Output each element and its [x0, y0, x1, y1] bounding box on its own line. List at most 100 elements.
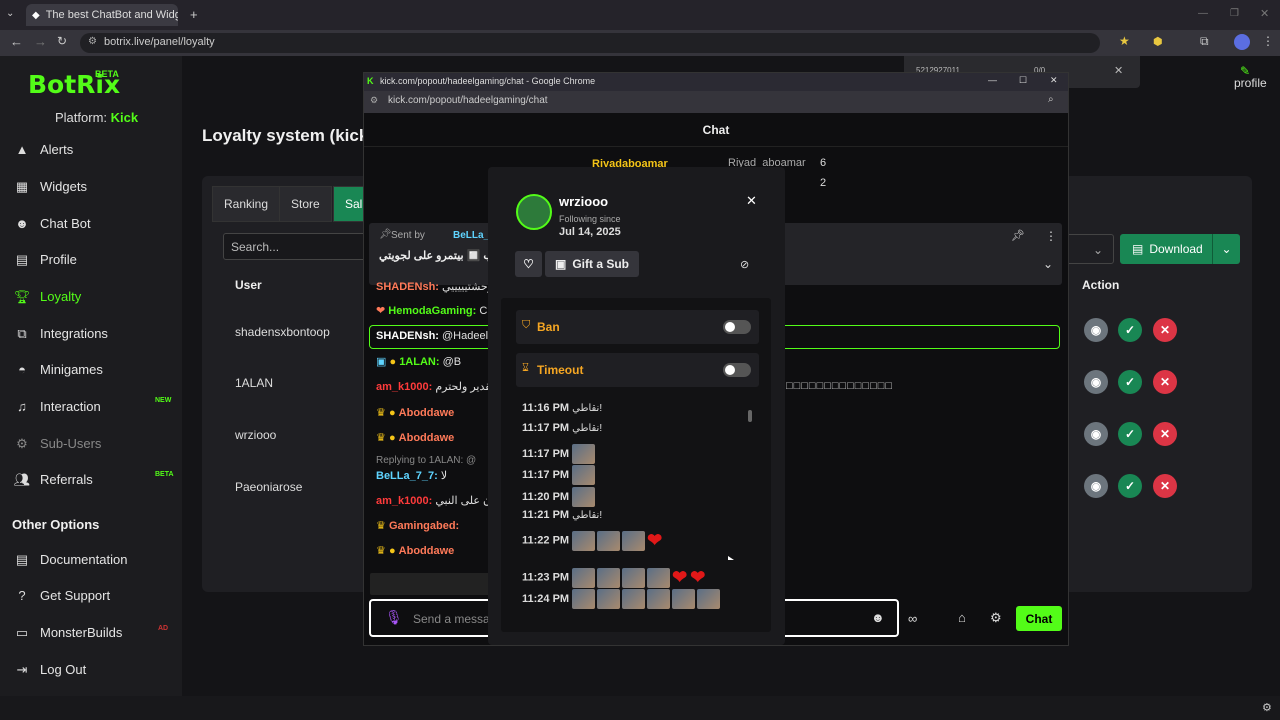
tab-ranking[interactable]: Ranking	[212, 186, 281, 222]
restore-icon[interactable]: ❐	[1230, 8, 1239, 19]
extensions-puzzle-icon[interactable]: ⧉	[1200, 34, 1209, 49]
search-input[interactable]: Search...	[223, 233, 368, 260]
emoji-icon[interactable]: ☻	[871, 610, 885, 625]
chat-header: Chat	[364, 113, 1068, 147]
sidebar-item-get-support[interactable]: ? Get Support	[14, 588, 110, 603]
maximize-icon[interactable]: ☐	[1019, 75, 1027, 86]
chat-message: ♛ ● Aboddawe	[376, 407, 455, 419]
reload-icon[interactable]: ↻	[57, 34, 67, 48]
chat-message: ♛ Gamingabed:	[376, 520, 460, 532]
browser-tab[interactable]: ◆ The best ChatBot and Widgets ✕	[26, 4, 178, 26]
reject-icon[interactable]: ✕	[1153, 474, 1177, 498]
view-icon[interactable]: ◉	[1084, 422, 1108, 446]
emote-row[interactable]	[370, 573, 490, 595]
reject-icon[interactable]: ✕	[1153, 370, 1177, 394]
sidebar-item-referrals[interactable]: 👥︎ Referrals	[14, 472, 93, 488]
view-icon[interactable]: ◉	[1084, 318, 1108, 342]
sidebar-item-label: Alerts	[40, 142, 74, 157]
sidebar-item-minigames[interactable]: ◓ Minigames	[14, 362, 103, 377]
close-icon[interactable]: ✕	[746, 193, 757, 209]
microphone-icon[interactable]: 🎙︎	[385, 609, 403, 626]
sidebar-item-integrations[interactable]: ⧉ Integrations	[14, 326, 108, 342]
new-tab-icon[interactable]: +	[190, 7, 198, 22]
other-options-heading: Other Options	[12, 517, 100, 532]
book-icon: ▤	[15, 551, 29, 567]
forward-icon[interactable]: →	[34, 34, 47, 49]
url-field[interactable]: ⚙ botrix.live/panel/loyalty	[80, 33, 1100, 53]
sidebar-item-widgets[interactable]: ▦ Widgets	[14, 178, 87, 195]
following-date: Jul 14, 2025	[559, 226, 621, 238]
close-window-icon[interactable]: ✕	[1050, 75, 1058, 86]
sidebar-item-log-out[interactable]: ⇥ Log Out	[14, 662, 87, 678]
approve-icon[interactable]: ✓	[1118, 422, 1142, 446]
close-find-icon[interactable]: ✕	[1114, 64, 1123, 77]
follow-heart-button[interactable]: ♡	[515, 251, 542, 277]
reject-icon[interactable]: ✕	[1153, 422, 1177, 446]
history-row: 11:17 PM	[522, 444, 597, 464]
site-info-icon[interactable]: ⚙	[88, 36, 97, 47]
sidebar-item-label: Profile	[40, 252, 77, 267]
chevron-down-icon[interactable]: ⌄	[1043, 257, 1053, 271]
sidebar-item-monsterbuilds[interactable]: ▭ MonsterBuilds	[14, 625, 123, 641]
question-icon: ?	[18, 588, 26, 603]
timeout-toggle[interactable]	[723, 363, 751, 377]
account-avatar[interactable]	[1234, 34, 1250, 50]
approve-icon[interactable]: ✓	[1118, 370, 1142, 394]
badge-icon: ▣	[376, 356, 387, 368]
view-icon[interactable]: ◉	[1084, 474, 1108, 498]
approve-icon[interactable]: ✓	[1118, 318, 1142, 342]
view-icon[interactable]: ◉	[1084, 370, 1108, 394]
chat-message: BeLLa_7_7: لا	[376, 470, 448, 482]
profile-link[interactable]: profile	[1234, 76, 1267, 90]
close-window-icon[interactable]: ✕	[1260, 7, 1269, 20]
tab-list-icon[interactable]: ⌄	[6, 8, 14, 19]
chat-message: ♛ ● Aboddawe	[376, 432, 455, 444]
sidebar-item-loyalty[interactable]: 🏆︎ Loyalty	[14, 289, 82, 305]
chat-message: SHADENsh: وحشتيييييي	[376, 281, 494, 293]
points-icon[interactable]: ∞	[908, 611, 917, 626]
sidebar-item-documentation[interactable]: ▤ Documentation	[14, 551, 128, 568]
ban-toggle[interactable]	[723, 320, 751, 334]
minimize-icon[interactable]: —	[988, 75, 997, 85]
crown-icon: ♛	[376, 545, 386, 557]
minimize-icon[interactable]: —	[1198, 8, 1208, 19]
scrollbar[interactable]	[748, 410, 752, 422]
settings-icon[interactable]: ⚙	[990, 610, 1002, 626]
more-options-icon[interactable]: ⋮	[1045, 229, 1057, 243]
users-icon: ⚙	[16, 435, 28, 451]
extension-icon[interactable]: ⬢	[1153, 35, 1163, 48]
grid-icon: ▦	[15, 178, 29, 194]
sidebar-item-label: Loyalty	[40, 289, 82, 304]
settings-icon[interactable]: ⚙	[1262, 701, 1272, 714]
pin-icon[interactable]: 📌︎	[1011, 229, 1025, 242]
reply-context: Replying to 1ALAN: @	[376, 455, 477, 466]
approve-icon[interactable]: ✓	[1118, 474, 1142, 498]
download-button[interactable]: ▤ Download ⌄	[1120, 234, 1240, 264]
popup-title-bar: K kick.com/popout/hadeelgaming/chat - Go…	[364, 73, 1068, 91]
mute-icon[interactable]: ⊘	[740, 258, 749, 271]
popup-window-title: kick.com/popout/hadeelgaming/chat - Goog…	[380, 76, 596, 86]
site-info-icon[interactable]: ⚙	[370, 95, 378, 106]
chevron-down-icon[interactable]: ⌄	[1212, 234, 1240, 264]
gift-sub-button[interactable]: ▣ Gift a Sub	[545, 251, 639, 277]
reject-icon[interactable]: ✕	[1153, 318, 1177, 342]
message-time: 11:24 PM	[522, 592, 570, 605]
back-icon[interactable]: ←	[10, 34, 23, 49]
sidebar-item-alerts[interactable]: ▲ Alerts	[14, 142, 74, 157]
sidebar-item-chat-bot[interactable]: ☻ Chat Bot	[14, 216, 90, 231]
beta-badge: BETA	[155, 471, 174, 478]
sidebar-item-sub-users[interactable]: ⚙ Sub-Users	[14, 435, 101, 452]
emote-image	[597, 589, 621, 609]
chat-send-button[interactable]: Chat	[1016, 606, 1062, 631]
emote-image	[597, 530, 621, 551]
table-row-user: 1ALAN	[235, 376, 274, 390]
tab-store[interactable]: Store	[279, 186, 332, 222]
bookmark-star-icon[interactable]: ★	[1119, 34, 1130, 48]
store-icon[interactable]: ⌂	[958, 610, 966, 625]
zoom-icon[interactable]: ⌕	[1048, 94, 1054, 105]
page-title: Loyalty system (kick	[202, 126, 369, 145]
menu-dots-icon[interactable]: ⋮	[1262, 34, 1274, 48]
sidebar-item-interaction[interactable]: ♫ Interaction	[14, 399, 101, 414]
chat-input-placeholder[interactable]: Send a messa	[413, 612, 490, 626]
sidebar-item-profile[interactable]: ▤ Profile	[14, 252, 77, 268]
